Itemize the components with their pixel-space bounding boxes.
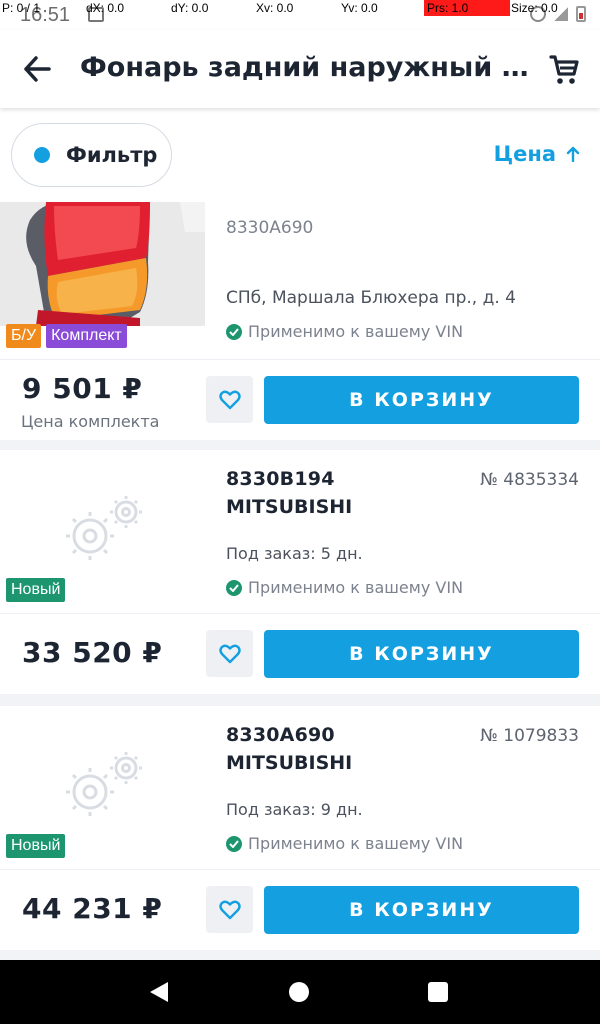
add-to-cart-button[interactable]: В КОРЗИНУ <box>264 376 579 424</box>
filter-bar: Фильтр Цена <box>0 108 600 202</box>
check-circle-icon <box>226 323 242 340</box>
back-button[interactable] <box>20 52 54 86</box>
sort-price-button[interactable]: Цена <box>494 142 580 166</box>
badge-group: Новый <box>6 578 66 602</box>
order-number: № 1079833 <box>480 726 579 746</box>
product-photo[interactable] <box>0 202 205 326</box>
part-number: 8330A690 <box>226 218 314 238</box>
listing-card[interactable]: Новый 8330B194 № 4835334 MITSUBISHI Под … <box>0 450 600 694</box>
vin-text: Применимо к вашему VIN <box>248 578 464 597</box>
check-circle-icon <box>226 579 242 596</box>
seller-location: СПб, Маршала Блюхера пр., д. 4 <box>226 288 516 308</box>
debug-xv: Xv: 0.0 <box>256 1 294 15</box>
listing-actions: 33 520 ₽ В КОРЗИНУ <box>0 614 600 694</box>
badge-group: Новый <box>6 834 66 858</box>
brand-name: MITSUBISHI <box>226 752 353 774</box>
listing-details: Новый 8330B194 № 4835334 MITSUBISHI Под … <box>0 450 600 614</box>
new-badge: Новый <box>6 578 66 602</box>
filter-label: Фильтр <box>66 143 158 167</box>
favorite-button[interactable] <box>206 630 253 677</box>
gears-placeholder-icon <box>66 496 142 560</box>
gears-placeholder-icon <box>66 752 142 816</box>
heart-icon <box>218 390 241 409</box>
check-circle-icon <box>226 835 242 852</box>
favorite-button[interactable] <box>206 376 253 423</box>
kit-badge: Комплект <box>46 324 127 348</box>
tail-light-image <box>0 202 205 326</box>
delivery-time: Под заказ: 5 дн. <box>226 544 363 563</box>
system-nav-bar <box>0 960 600 1024</box>
filter-active-dot <box>34 147 50 163</box>
pointer-debug-overlay: P: 0 / 1 dX: 0.0 dY: 0.0 Xv: 0.0 Yv: 0.0… <box>0 0 600 16</box>
nav-home-icon[interactable] <box>289 982 309 1002</box>
favorite-button[interactable] <box>206 886 253 933</box>
listing-actions: 44 231 ₽ В КОРЗИНУ <box>0 870 600 950</box>
part-number: 8330A690 <box>226 724 335 746</box>
debug-dy: dY: 0.0 <box>171 1 209 15</box>
cart-button[interactable] <box>544 50 584 90</box>
heart-icon <box>218 644 241 663</box>
add-to-cart-button[interactable]: В КОРЗИНУ <box>264 886 579 934</box>
part-number: 8330B194 <box>226 468 335 490</box>
cart-icon <box>549 55 579 84</box>
order-number: № 4835334 <box>480 470 579 490</box>
listing-card[interactable]: Новый 8330A690 № 1079833 MITSUBISHI Под … <box>0 706 600 950</box>
debug-pointer-count: P: 0 / 1 <box>2 1 41 15</box>
listing-card[interactable]: Б/У Комплект 8330A690 СПб, Маршала Блюхе… <box>0 202 600 440</box>
listing-details: Новый 8330A690 № 1079833 MITSUBISHI Под … <box>0 706 600 870</box>
arrow-left-icon <box>24 56 51 82</box>
add-to-cart-button[interactable]: В КОРЗИНУ <box>264 630 579 678</box>
price-note: Цена комплекта <box>21 412 160 431</box>
debug-size: Size: 0.0 <box>511 1 558 15</box>
listing-actions: 9 501 ₽ Цена комплекта В КОРЗИНУ <box>0 360 600 440</box>
price: 9 501 ₽ <box>22 372 143 405</box>
page-title: Фонарь задний наружный пра… <box>80 52 530 83</box>
price: 33 520 ₽ <box>22 636 163 669</box>
vin-compatibility: Применимо к вашему VIN <box>226 834 463 853</box>
used-badge: Б/У <box>6 324 42 348</box>
listing-details: Б/У Комплект 8330A690 СПб, Маршала Блюхе… <box>0 202 600 360</box>
vin-compatibility: Применимо к вашему VIN <box>226 322 463 341</box>
price: 44 231 ₽ <box>22 892 163 925</box>
arrow-up-icon <box>566 146 580 162</box>
vin-compatibility: Применимо к вашему VIN <box>226 578 463 597</box>
nav-back-icon[interactable] <box>148 980 170 1004</box>
debug-yv: Yv: 0.0 <box>341 1 378 15</box>
brand-name: MITSUBISHI <box>226 496 353 518</box>
filter-button[interactable]: Фильтр <box>11 123 172 187</box>
heart-icon <box>218 900 241 919</box>
badge-group: Б/У Комплект <box>6 324 127 348</box>
nav-recents-icon[interactable] <box>428 982 448 1002</box>
debug-dx: dX: 0.0 <box>86 1 125 15</box>
delivery-time: Под заказ: 9 дн. <box>226 800 363 819</box>
debug-pressure: Prs: 1.0 <box>424 0 510 16</box>
app-header: Фонарь задний наружный пра… <box>0 30 600 108</box>
vin-text: Применимо к вашему VIN <box>248 834 464 853</box>
new-badge: Новый <box>6 834 66 858</box>
vin-text: Применимо к вашему VIN <box>248 322 464 341</box>
sort-label: Цена <box>493 142 556 166</box>
